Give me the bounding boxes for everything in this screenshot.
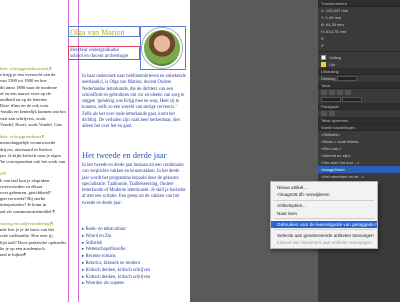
panel-header-text[interactable]: Tekst [318,82,400,89]
stroke-row[interactable]: Lijn [318,61,400,68]
transform-field[interactable]: Y: 1,45 mm [318,14,400,21]
left-column-line: 'ke correspondent ook het werk van [0,159,66,165]
opacity-field[interactable] [336,76,357,82]
layer-item[interactable]: <Boek-> oude letterk... [318,138,400,145]
author-photo[interactable] [142,28,182,68]
course-bullet-list[interactable]: Boek- en tekstcultuurWoord en ZinStilist… [82,227,186,288]
context-menu-item[interactable]: Nieuw artikel... [271,184,377,191]
opacity-label: Dekking [321,76,336,81]
paragraph-row [318,110,400,117]
menu-separator [274,218,374,220]
layer-item[interactable]: <Stilistiek> [318,131,400,138]
panel-header-story[interactable]: Tekst opnemen [318,117,400,124]
leading-field[interactable] [342,97,363,103]
context-menu-item[interactable]: <image26.tif> verwijderen [271,191,377,198]
author-role: directeur ondergraduatie school en docen… [70,48,128,60]
align-right-icon[interactable] [337,90,343,96]
bullet-item: Wetenschapsfilosofie [82,247,186,254]
left-column-line: lijst taal? Door praktische opdrachten [0,239,66,245]
context-menu-item[interactable]: Gebruiken voor de leesvolgorde van getag… [271,220,377,228]
text-fields-row [318,96,400,103]
transform-field[interactable]: H: 63,175 mm [318,28,400,35]
fill-label: Vulling [329,55,341,60]
context-menu-item[interactable]: Naar item [271,210,377,217]
left-text-column[interactable]: bsie: vrloopgrensbrouwerij¶ e krijg je ee… [0,66,66,258]
author-role-line2: school en docent archeologie [70,54,129,59]
transform-field[interactable]: 0° [318,42,400,49]
bullet-item: Stilistiek [82,241,186,248]
section-body[interactable]: In het tweede en derde jaar bestaan uit … [82,163,186,207]
stroke-swatch-icon[interactable] [321,62,326,68]
bullet-item: Kritisch denken, kritisch schrijven [82,275,186,282]
left-column-line: -bruiks en kennelijk kunnen aan bod [0,109,66,115]
intro-paragraph[interactable]: In haar onderzoek naar heldinnenbrieven … [82,74,186,131]
context-menu: Nieuw artikel... <image26.tif> verwijdere… [270,181,378,250]
transform-field[interactable]: X: 103,447 mm [318,7,400,14]
panel-header-transform[interactable]: Transformeren [318,0,400,7]
panel-header-appearance[interactable]: Uitstraling [318,68,400,75]
indent-icon[interactable] [321,111,327,117]
stroke-label: Lijn [329,62,336,67]
transform-field[interactable]: B: 64,25 mm [318,21,400,28]
layer-item[interactable]: <Ver over het oud ...> [318,159,400,166]
align-center-icon[interactable] [329,90,335,96]
left-column-line: taal te kijken¶ [0,252,26,258]
left-column-line: dit anno 1800 naar de moderne [0,84,58,90]
context-menu-item[interactable]: Selectie aan geselecteerde artikelen toe… [271,232,377,239]
context-menu-item[interactable]: Artikelopties... [271,202,377,209]
bullet-item: Woord en Zin [82,234,186,241]
menu-separator [274,199,374,201]
bullet-item: Woorden als wapens [82,281,186,288]
left-column-line: Vondel, Hooft, zoals Vondel, Cats [0,121,63,127]
layer-item[interactable]: <Het meedoen en de...> [318,173,400,180]
menu-separator [274,229,374,231]
layer-item[interactable]: <Rec ook,> [318,145,400,152]
divider [318,51,400,52]
section-heading[interactable]: Het tweede en derde jaar [82,150,166,160]
align-left-icon[interactable] [321,90,327,96]
pasteboard[interactable] [190,0,318,302]
font-size-field[interactable] [321,97,341,103]
fill-swatch-icon[interactable] [321,55,326,61]
bullet-item: Recente romans [82,254,186,261]
text-buttons-row [318,89,400,96]
document-canvas[interactable]: bsie: vrloopgrensbrouwerij¶ e krijg je ee… [0,0,190,302]
opacity-row[interactable]: Dekking [318,75,400,82]
bullet-item: Retorica, klassiek en modern [82,261,186,268]
context-menu-item: Inhoud van document aan artikelen toevoe… [277,240,372,246]
transform-fields: X: 103,447 mm Y: 1,45 mm B: 64,25 mm H: 63,… [318,7,400,49]
transform-field[interactable]: 0° [318,35,400,42]
align-justify-icon[interactable] [345,90,351,96]
layer-item[interactable]: <image2bsd> [318,166,400,173]
layer-item[interactable]: <Wereld en zijn> [318,152,400,159]
panel-header-quick-actions[interactable]: Snelle handelingen [318,124,400,131]
panel-header-paragraph[interactable]: Paragraaf [318,103,400,110]
author-role-line1: directeur ondergraduatie [70,48,119,53]
fill-row[interactable]: Vulling [318,54,400,61]
author-name: Olga van Marion [70,28,125,37]
properties-panel: Transformeren X: 103,447 mm Y: 1,45 mm B: … [318,0,400,302]
bullet-item: Boek- en tekstcultuur [82,227,186,234]
bullet-item: Kritisch denken, kritisch schrijven [82,268,186,275]
outdent-icon[interactable] [329,111,335,117]
